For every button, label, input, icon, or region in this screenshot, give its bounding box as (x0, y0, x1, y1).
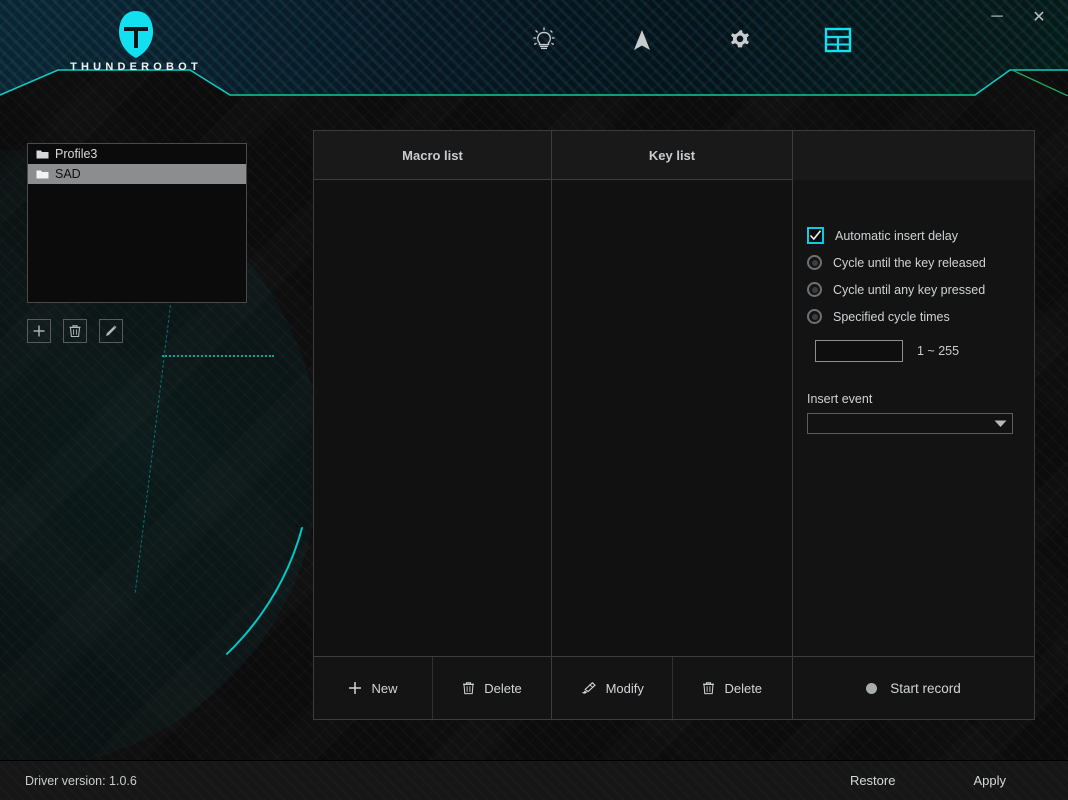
new-macro-button[interactable]: New (314, 657, 432, 719)
delete-macro-label: Delete (484, 680, 522, 696)
delete-key-button[interactable]: Delete (671, 657, 793, 719)
trash-icon (69, 325, 81, 338)
status-bar: Driver version: 1.0.6 Restore Apply (0, 760, 1068, 800)
automatic-insert-delay-row[interactable]: Automatic insert delay (793, 222, 1034, 249)
delete-key-label: Delete (724, 680, 763, 696)
profile-list-item-0[interactable]: Profile3 (28, 144, 246, 164)
cycle-mode-any-key-radio[interactable] (807, 282, 822, 297)
macro-grid-icon (824, 27, 852, 53)
delete-profile-button[interactable] (63, 319, 87, 343)
cycle-mode-specified-times-label: Specified cycle times (833, 309, 950, 324)
options-header-spacer (793, 131, 1034, 180)
cycle-mode-key-released-radio[interactable] (807, 255, 822, 270)
nav-item-settings[interactable] (716, 16, 764, 64)
profile-list-item-1[interactable]: SAD (28, 164, 246, 184)
close-button[interactable]: ✕ (1028, 6, 1050, 28)
automatic-insert-delay-checkbox[interactable] (807, 227, 824, 244)
macro-list-area[interactable] (314, 180, 551, 656)
profile-tools (27, 319, 123, 343)
macro-list-header: Macro list (314, 131, 551, 180)
key-list-header: Key list (552, 131, 792, 180)
options-area: Automatic insert delay Cycle until the k… (793, 180, 1034, 656)
add-profile-button[interactable] (27, 319, 51, 343)
insert-event-label: Insert event (807, 392, 873, 406)
rename-profile-button[interactable] (99, 319, 123, 343)
nav-item-macro[interactable] (814, 16, 862, 64)
pencil-icon (106, 325, 117, 336)
macro-panel: Macro list Key list Automatic insert del… (313, 130, 1035, 720)
gear-icon (731, 30, 749, 48)
macro-list-column: Macro list (314, 131, 552, 656)
cycle-mode-any-key-row[interactable]: Cycle until any key pressed (793, 276, 1034, 303)
folder-icon (36, 170, 49, 178)
minimize-icon: ─ (991, 8, 1003, 25)
insert-event-dropdown[interactable] (807, 413, 1013, 434)
macro-panel-footer: New Delete Modify Delete Start record (314, 656, 1034, 719)
driver-version-label: Driver version: 1.0.6 (25, 773, 137, 788)
restore-button[interactable]: Restore (850, 773, 896, 788)
cycle-mode-specified-times-row[interactable]: Specified cycle times (793, 303, 1034, 330)
key-footer-group: Modify Delete (552, 657, 793, 719)
plus-icon (349, 682, 362, 694)
background-dotted-line-horizontal (162, 355, 274, 357)
profile-list[interactable]: Profile3 SAD (27, 143, 247, 303)
brand-name: THUNDEROBOT (70, 61, 202, 73)
app-window: THUNDEROBOT ─ ✕ Profile3 SAD Macro list … (0, 0, 1068, 800)
delete-macro-button[interactable]: Delete (432, 657, 551, 719)
options-column: Automatic insert delay Cycle until the k… (793, 131, 1034, 656)
automatic-insert-delay-label: Automatic insert delay (835, 228, 958, 243)
cycle-times-input[interactable] (815, 340, 903, 362)
record-footer-group: Start record (793, 657, 1034, 719)
cycle-mode-key-released-label: Cycle until the key released (833, 255, 986, 270)
thunderobot-helmet-logo-icon (119, 11, 153, 58)
cycle-mode-key-released-row[interactable]: Cycle until the key released (793, 249, 1034, 276)
cycle-mode-specified-times-radio[interactable] (807, 309, 822, 324)
nav-item-performance[interactable] (618, 16, 666, 64)
check-icon (809, 230, 822, 241)
chevron-down-icon (994, 420, 1007, 427)
minimize-button[interactable]: ─ (986, 6, 1008, 28)
window-controls: ─ ✕ (986, 6, 1050, 28)
cursor-arrow-icon (634, 30, 650, 50)
folder-icon (36, 150, 49, 158)
status-bar-actions: Restore Apply (850, 773, 1006, 788)
record-dot-icon (866, 682, 878, 694)
apply-button[interactable]: Apply (973, 773, 1006, 788)
modify-key-button[interactable]: Modify (552, 657, 672, 719)
lightbulb-icon (533, 27, 555, 50)
macro-panel-body: Macro list Key list Automatic insert del… (314, 131, 1034, 656)
profile-list-item-label: Profile3 (55, 147, 98, 161)
main-nav (520, 16, 862, 64)
cycle-times-range-hint: 1 ~ 255 (917, 344, 960, 358)
new-macro-label: New (371, 680, 398, 696)
modify-key-label: Modify (605, 680, 644, 696)
plus-icon (33, 325, 45, 337)
trash-icon (463, 682, 475, 695)
brush-edit-icon (581, 682, 596, 694)
key-list-column: Key list (552, 131, 793, 656)
profile-list-item-label: SAD (55, 167, 81, 181)
brand-logo: THUNDEROBOT (58, 8, 214, 88)
key-list-area[interactable] (552, 180, 792, 656)
close-icon: ✕ (1032, 9, 1046, 26)
start-record-button[interactable]: Start record (866, 681, 961, 696)
cycle-times-row: 1 ~ 255 (815, 340, 1034, 362)
start-record-label: Start record (890, 680, 961, 696)
nav-item-lighting[interactable] (520, 16, 568, 64)
cycle-mode-any-key-label: Cycle until any key pressed (833, 282, 986, 297)
trash-icon (703, 682, 715, 695)
macro-footer-group: New Delete (314, 657, 552, 719)
